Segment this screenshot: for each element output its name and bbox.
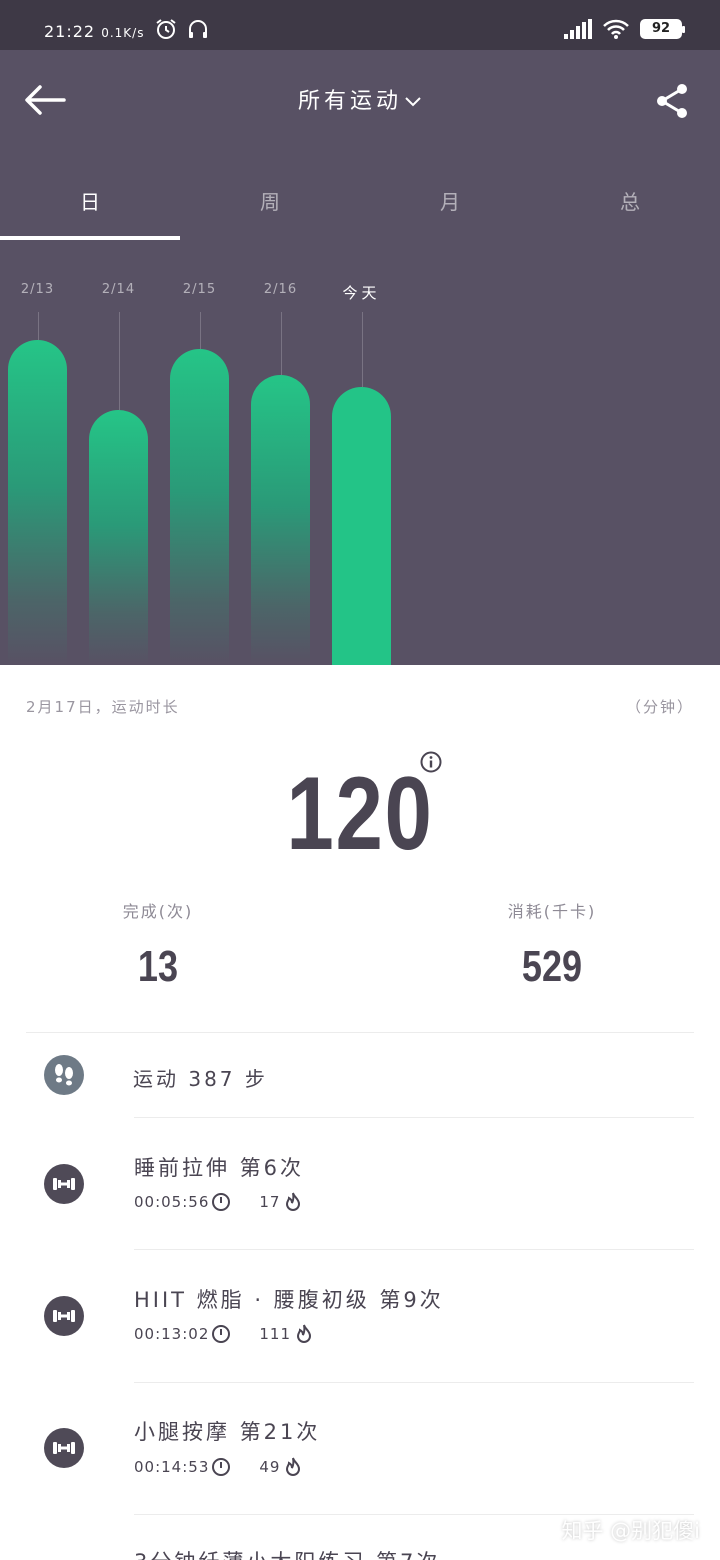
duration-unit: （分钟） — [625, 698, 694, 716]
activity-title[interactable]: 睡前拉伸 第6次 — [134, 1152, 304, 1182]
divider — [134, 1382, 694, 1383]
flame-icon — [286, 1457, 301, 1476]
duration-bar[interactable] — [89, 409, 148, 665]
activity-title[interactable]: 小腿按摩 第21次 — [134, 1416, 320, 1446]
footsteps-icon — [55, 1064, 73, 1086]
activity-meta: 00:05:56 17 — [134, 1192, 302, 1212]
tab-total[interactable]: 总 — [540, 160, 720, 240]
completed-label: 完成(次) — [122, 902, 194, 921]
app-bar: 所有运动 — [0, 50, 720, 150]
divider — [134, 1117, 694, 1118]
bar-guide-line — [199, 312, 201, 349]
tab-week[interactable]: 周 — [180, 160, 360, 240]
activity-icon — [44, 1428, 84, 1468]
activity-title-partial[interactable]: 3分钟纤薄小太阳练习 第7次 — [134, 1546, 440, 1560]
activity-duration: 00:05:56 — [134, 1193, 210, 1211]
divider — [134, 1249, 694, 1250]
status-time: 21:22 0.1K/s — [44, 22, 145, 41]
activity-title[interactable]: HIIT 燃脂 · 腰腹初级 第9次 — [134, 1284, 444, 1314]
clock-icon — [212, 1193, 231, 1211]
info-icon[interactable] — [420, 751, 442, 773]
status-left-icons — [154, 17, 210, 41]
share-icon[interactable] — [654, 82, 690, 120]
page-title: 所有运动 — [297, 89, 402, 114]
period-tabs: 日 周 月 总 — [0, 160, 720, 240]
activity-meta: 00:13:02 111 — [134, 1324, 313, 1344]
dumbbell-icon — [53, 1178, 75, 1190]
activity-icon — [44, 1296, 84, 1336]
bar-guide-line — [361, 312, 363, 387]
chevron-down-icon — [405, 97, 421, 107]
headphones-icon — [189, 20, 207, 38]
activity-calories: 49 — [259, 1458, 281, 1476]
divider — [26, 1032, 694, 1033]
summary-heading: 2月17日，运动时长 （分钟） — [26, 698, 694, 716]
dumbbell-icon — [53, 1310, 75, 1322]
wifi-icon — [603, 19, 629, 39]
duration-bar[interactable] — [8, 340, 67, 665]
bar-guide-line — [118, 312, 120, 410]
tab-day[interactable]: 日 — [0, 160, 180, 240]
dumbbell-icon — [53, 1442, 75, 1454]
clock-icon — [212, 1325, 231, 1343]
completed-value: 13 — [137, 942, 179, 991]
alarm-icon — [156, 19, 176, 39]
battery-icon: 92 — [640, 19, 685, 39]
activity-calories: 111 — [259, 1325, 292, 1343]
duration-value: 120 — [286, 756, 434, 872]
date-tick-label[interactable]: 2/16 — [241, 282, 321, 297]
duration-bar[interactable] — [251, 375, 310, 665]
date-tick-label[interactable]: 2/14 — [79, 282, 159, 297]
flame-icon — [286, 1192, 301, 1211]
activity-meta: 00:14:53 49 — [134, 1457, 302, 1477]
activity-calories: 17 — [259, 1193, 281, 1211]
duration-bar[interactable] — [170, 348, 229, 665]
status-bar: 21:22 0.1K/s 92 — [0, 0, 720, 50]
date-tick-label[interactable]: 2/15 — [160, 282, 240, 297]
header-panel: 21:22 0.1K/s 92 所有运动 日 周 月 总 2/13 2/14 2/1… — [0, 0, 720, 665]
daily-duration-chart: 2/13 2/14 2/15 2/16 今天 — [0, 240, 720, 665]
clock-icon — [212, 1458, 231, 1476]
date-tick-label[interactable]: 2/13 — [0, 282, 78, 297]
calories-label: 消耗(千卡) — [507, 902, 597, 921]
flame-icon — [297, 1324, 312, 1343]
activity-duration: 00:13:02 — [134, 1325, 210, 1343]
completed-stat: 完成(次) 13 — [58, 898, 258, 992]
steps-row-icon — [44, 1055, 84, 1095]
activity-icon — [44, 1164, 84, 1204]
activity-duration: 00:14:53 — [134, 1458, 210, 1476]
watermark: 知乎 @别犯傻i — [561, 1519, 700, 1543]
bar-guide-line — [37, 312, 39, 341]
calories-stat: 消耗(千卡) 529 — [452, 898, 652, 992]
bar-guide-line — [280, 312, 282, 375]
calories-value: 529 — [521, 942, 583, 991]
date-tick-label[interactable]: 今天 — [322, 282, 402, 303]
duration-bar[interactable] — [332, 386, 391, 665]
tab-month[interactable]: 月 — [360, 160, 540, 240]
status-right-icons: 92 — [564, 18, 685, 40]
signal-icon — [564, 19, 592, 39]
sport-filter-dropdown[interactable]: 所有运动 — [0, 83, 720, 115]
steps-text[interactable]: 运动 387 步 — [133, 1063, 268, 1092]
